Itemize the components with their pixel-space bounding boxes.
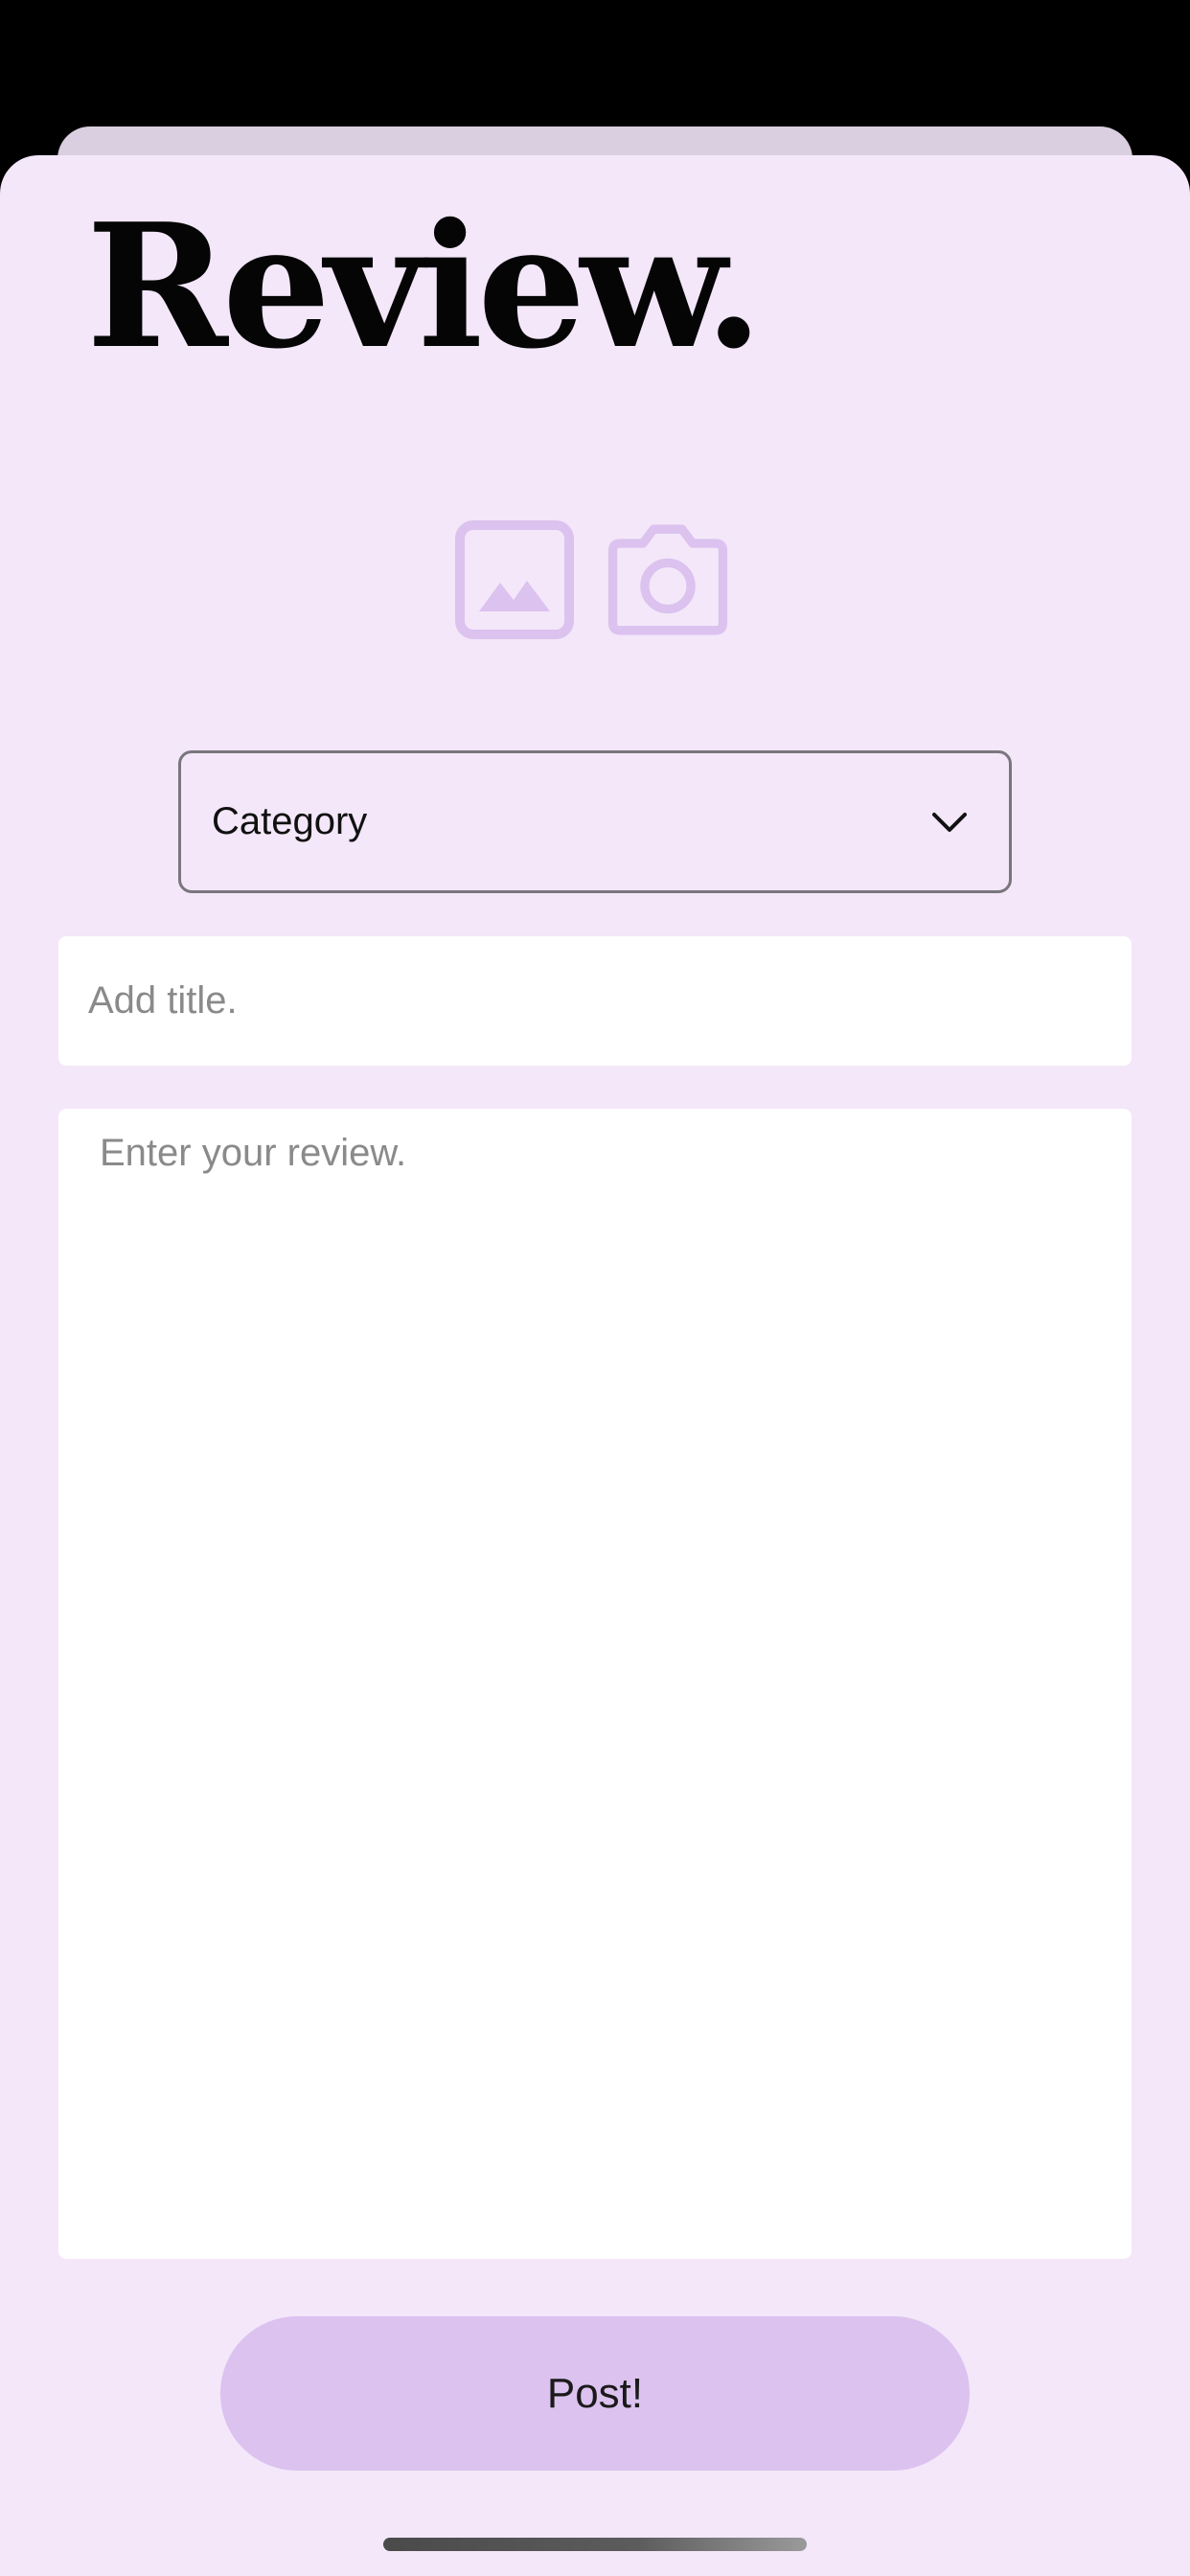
post-button[interactable]: Post!	[220, 2316, 970, 2471]
page-title: Review.	[86, 186, 764, 386]
home-indicator	[383, 2538, 807, 2551]
category-dropdown[interactable]: Category	[178, 750, 1012, 893]
media-picker-row	[454, 518, 742, 642]
image-gallery-icon	[455, 520, 574, 639]
review-textarea[interactable]	[58, 1109, 1132, 2259]
gallery-button[interactable]	[454, 518, 575, 642]
camera-icon	[607, 524, 728, 635]
chevron-down-icon	[932, 812, 967, 832]
title-input[interactable]	[58, 936, 1132, 1066]
category-label: Category	[212, 800, 368, 842]
camera-button[interactable]	[607, 518, 728, 642]
